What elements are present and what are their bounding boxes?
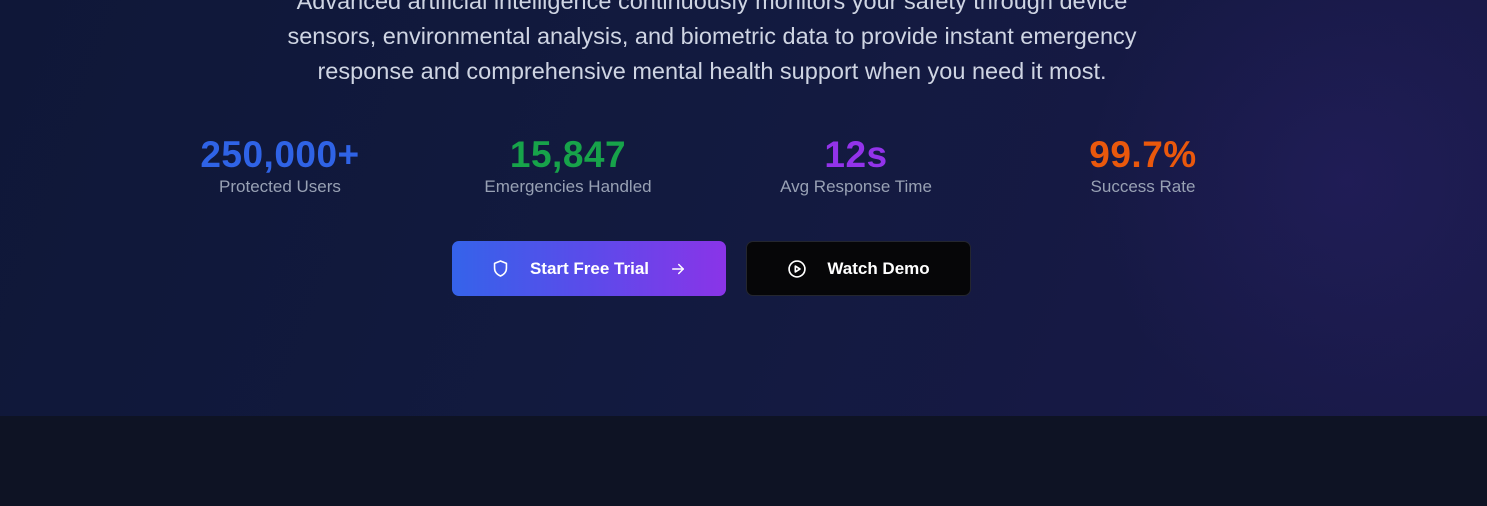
description-line: Advanced artificial intelligence continu…	[296, 0, 1128, 14]
stat-avg-response-time: 12s Avg Response Time	[706, 132, 1006, 198]
stat-value: 15,847	[509, 134, 627, 175]
stats-row: 250,000+ Protected Users 15,847 Emergenc…	[0, 132, 1487, 212]
description-line: sensors, environmental analysis, and bio…	[287, 23, 1137, 49]
start-free-trial-label: Start Free Trial	[529, 258, 650, 278]
arrow-right-icon	[669, 260, 687, 278]
stat-emergencies-handled: 15,847 Emergencies Handled	[418, 132, 718, 198]
watch-demo-label: Watch Demo	[827, 258, 930, 278]
stat-value: 99.7%	[1089, 134, 1197, 175]
stat-label: Success Rate	[1090, 177, 1196, 196]
stat-value: 12s	[824, 134, 888, 175]
start-free-trial-button[interactable]: Start Free Trial	[452, 241, 726, 296]
watch-demo-button[interactable]: Watch Demo	[746, 241, 971, 296]
stat-label: Protected Users	[219, 177, 341, 196]
hero-section: Advanced artificial intelligence continu…	[0, 0, 1487, 416]
hero-description: Advanced artificial intelligence continu…	[0, 0, 1424, 89]
play-circle-icon	[787, 259, 807, 279]
stat-label: Emergencies Handled	[484, 177, 652, 196]
stat-value: 250,000+	[200, 134, 360, 175]
description-line: response and comprehensive mental health…	[317, 58, 1107, 84]
next-section	[0, 416, 1487, 506]
shield-icon	[491, 259, 510, 278]
stat-label: Avg Response Time	[780, 177, 932, 196]
stat-success-rate: 99.7% Success Rate	[993, 132, 1293, 198]
stat-protected-users: 250,000+ Protected Users	[130, 132, 430, 198]
